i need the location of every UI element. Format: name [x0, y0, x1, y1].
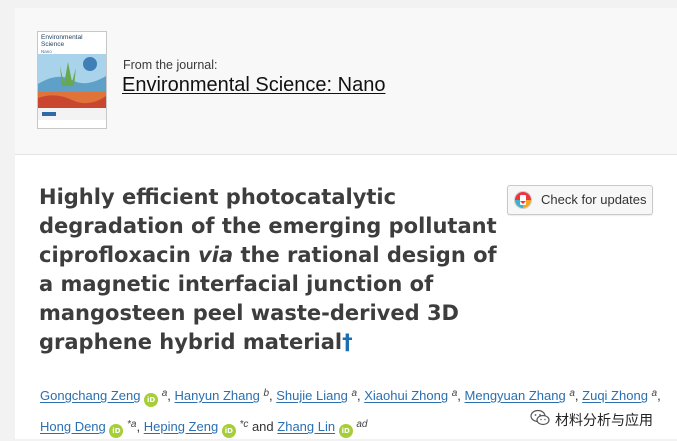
- author-separator: ,: [167, 388, 171, 403]
- affiliation-marker: ad: [356, 419, 368, 430]
- title-italic-via: via: [198, 243, 234, 267]
- author-link[interactable]: Heping Zeng: [144, 419, 218, 434]
- author-link[interactable]: Hanyun Zhang: [175, 388, 260, 403]
- wechat-icon: [530, 409, 550, 426]
- author-link[interactable]: Mengyuan Zhang: [465, 388, 566, 403]
- journal-header: Environmental Science Nano From the jour…: [15, 8, 677, 155]
- article-card: Environmental Science Nano From the jour…: [15, 8, 677, 439]
- author-link[interactable]: Gongchang Zeng: [40, 388, 140, 403]
- author-separator: ,: [457, 388, 461, 403]
- check-for-updates-label: Check for updates: [541, 192, 647, 207]
- orcid-icon[interactable]: iD: [338, 424, 353, 438]
- author-link[interactable]: Shujie Liang: [276, 388, 348, 403]
- watermark: 材料分析与应用: [528, 408, 677, 430]
- affiliation-marker: *c: [239, 419, 249, 430]
- cover-artwork: [38, 54, 106, 120]
- cover-title: Environmental Science: [41, 34, 83, 48]
- author-separator: and: [248, 419, 274, 434]
- author-link[interactable]: Hong Deng: [40, 419, 106, 434]
- author-separator: ,: [574, 388, 579, 403]
- crossmark-icon: [514, 191, 532, 209]
- journal-name-link[interactable]: Environmental Science: Nano: [122, 74, 385, 97]
- author-separator: ,: [657, 388, 661, 403]
- orcid-icon[interactable]: iD: [109, 424, 124, 438]
- title-dagger-link[interactable]: †: [342, 330, 353, 354]
- author-separator: ,: [269, 388, 273, 403]
- orcid-icon[interactable]: iD: [221, 424, 236, 438]
- author-link[interactable]: Zhang Lin: [277, 419, 335, 434]
- author-link[interactable]: Zuqi Zhong: [582, 388, 648, 403]
- journal-from-label: From the journal:: [123, 58, 218, 72]
- author-separator: ,: [136, 419, 141, 434]
- author-link[interactable]: Xiaohui Zhong: [364, 388, 448, 403]
- check-for-updates-button[interactable]: Check for updates: [507, 185, 653, 215]
- author-separator: ,: [357, 388, 361, 403]
- watermark-text: 材料分析与应用: [555, 413, 653, 429]
- journal-cover-image[interactable]: Environmental Science Nano: [37, 31, 107, 129]
- orcid-icon[interactable]: iD: [144, 393, 159, 407]
- article-title: Highly efficient photocatalytic degradat…: [39, 183, 509, 357]
